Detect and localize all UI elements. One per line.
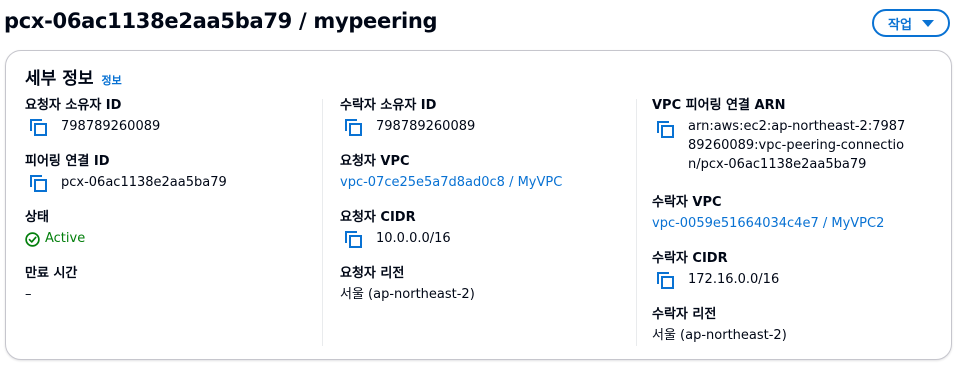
- field-value: arn:aws:ec2:ap-northeast-2:798789260089:…: [652, 118, 913, 174]
- field-label: 수락자 CIDR: [652, 251, 728, 266]
- requester-vpc-link[interactable]: vpc-07ce25e5a7d8ad0c8 / MyVPC: [340, 174, 562, 192]
- field-value: 10.0.0.0/16: [340, 230, 451, 248]
- field-label: 요청자 CIDR: [340, 210, 416, 225]
- field-label: 요청자 VPC: [340, 154, 410, 169]
- copy-icon[interactable]: [345, 119, 362, 136]
- accepter-vpc-link[interactable]: vpc-0059e51664034c4e7 / MyVPC2: [652, 215, 884, 233]
- actions-button-label: 작업: [888, 17, 912, 33]
- caret-down-icon: [921, 19, 934, 27]
- field-label: 요청자 리전: [340, 266, 405, 281]
- field-requester-region: 요청자 리전 서울 (ap-northeast-2): [340, 265, 475, 304]
- field-requester-cidr: 요청자 CIDR 10.0.0.0/16: [340, 209, 451, 248]
- peering-connection-id-value: pcx-06ac1138e2aa5ba79: [61, 175, 227, 190]
- field-accepter-owner-id: 수락자 소유자 ID 798789260089: [340, 97, 475, 136]
- field-status: 상태 Active: [25, 209, 85, 248]
- details-title: 세부 정보: [25, 69, 94, 89]
- copy-icon[interactable]: [30, 175, 47, 192]
- expiration-time-value: –: [25, 287, 32, 302]
- page-title: pcx-06ac1138e2aa5ba79 / mypeering: [4, 9, 438, 33]
- field-label: VPC 피어링 연결 ARN: [652, 98, 786, 113]
- success-check-icon: [25, 231, 40, 247]
- field-label: 상태: [25, 210, 49, 225]
- requester-cidr-value: 10.0.0.0/16: [376, 231, 451, 246]
- peering-arn-value: arn:aws:ec2:ap-northeast-2:798789260089:…: [688, 119, 906, 172]
- accepter-region-value: 서울 (ap-northeast-2): [652, 328, 787, 343]
- info-link[interactable]: 정보: [101, 72, 121, 88]
- status-indicator: Active: [25, 230, 85, 248]
- field-accepter-region: 수락자 리전 서울 (ap-northeast-2): [652, 306, 787, 345]
- field-peering-arn: VPC 피어링 연결 ARN arn:aws:ec2:ap-northeast-…: [652, 97, 913, 174]
- field-label: 피어링 연결 ID: [25, 154, 110, 169]
- copy-icon[interactable]: [657, 121, 674, 138]
- requester-owner-id-value: 798789260089: [61, 119, 161, 134]
- field-value: pcx-06ac1138e2aa5ba79: [25, 174, 227, 192]
- field-requester-vpc: 요청자 VPC vpc-07ce25e5a7d8ad0c8 / MyVPC: [340, 153, 562, 192]
- field-label: 수락자 소유자 ID: [340, 98, 437, 113]
- actions-button[interactable]: 작업: [872, 9, 950, 37]
- copy-icon[interactable]: [345, 231, 362, 248]
- accepter-owner-id-value: 798789260089: [376, 119, 476, 134]
- field-label: 만료 시간: [25, 266, 78, 281]
- field-accepter-cidr: 수락자 CIDR 172.16.0.0/16: [652, 250, 779, 289]
- field-peering-connection-id: 피어링 연결 ID pcx-06ac1138e2aa5ba79: [25, 153, 227, 192]
- field-label: 수락자 리전: [652, 307, 717, 322]
- copy-icon[interactable]: [657, 272, 674, 289]
- field-value: 798789260089: [340, 118, 475, 136]
- status-text: Active: [45, 231, 86, 246]
- field-label: 요청자 소유자 ID: [25, 98, 122, 113]
- copy-icon[interactable]: [30, 119, 47, 136]
- field-value: 172.16.0.0/16: [652, 271, 779, 289]
- column-divider: [636, 99, 637, 346]
- accepter-cidr-value: 172.16.0.0/16: [688, 272, 780, 287]
- column-divider: [322, 99, 323, 346]
- field-accepter-vpc: 수락자 VPC vpc-0059e51664034c4e7 / MyVPC2: [652, 194, 884, 233]
- field-requester-owner-id: 요청자 소유자 ID 798789260089: [25, 97, 160, 136]
- details-container: 세부 정보 정보 요청자 소유자 ID 798789260089 피어링 연결 …: [5, 50, 952, 360]
- requester-region-value: 서울 (ap-northeast-2): [340, 287, 475, 302]
- field-label: 수락자 VPC: [652, 195, 722, 210]
- field-value: 798789260089: [25, 118, 160, 136]
- field-expiration-time: 만료 시간 –: [25, 265, 77, 304]
- details-heading: 세부 정보 정보: [25, 64, 122, 89]
